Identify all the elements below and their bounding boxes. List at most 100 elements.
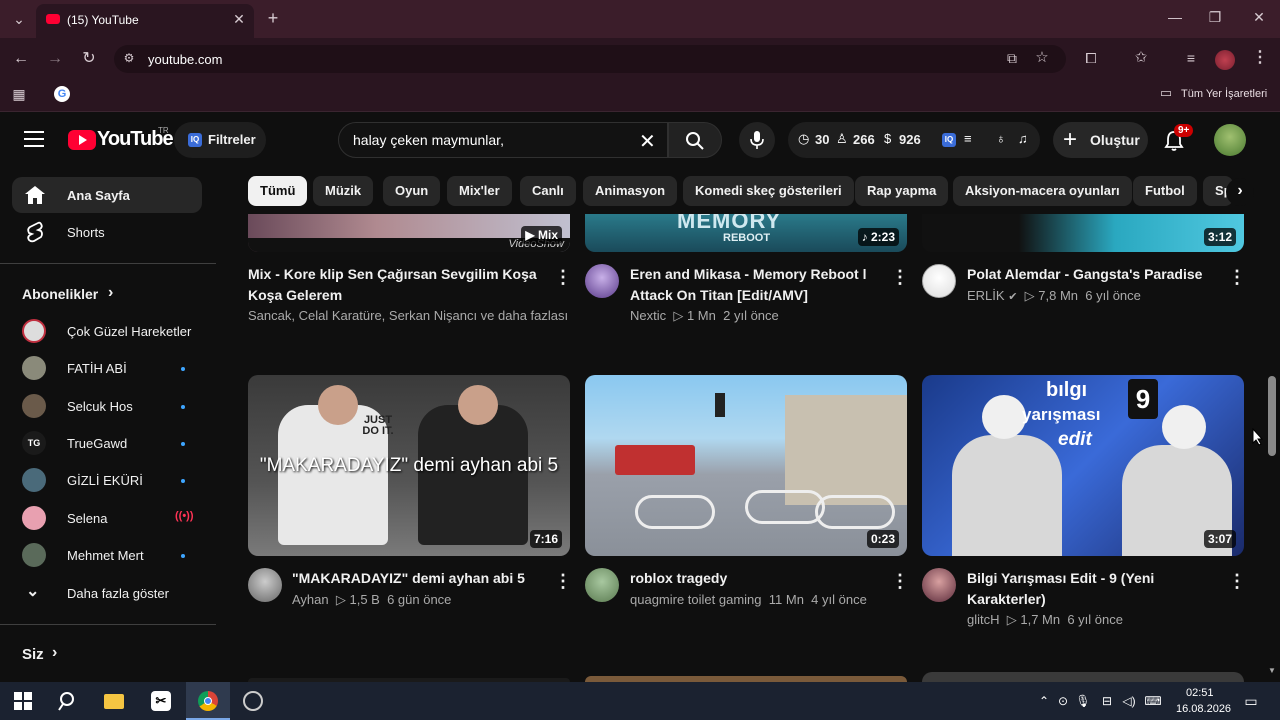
video-thumbnail[interactable]: JUST DO IT. "MAKARADAYIZ" demi ayhan abi…	[248, 375, 570, 556]
google-bookmark-icon[interactable]: G	[54, 86, 70, 102]
video-title[interactable]: Eren and Mikasa - Memory Reboot l Attack…	[630, 264, 875, 306]
minimize-icon[interactable]: —	[1168, 10, 1182, 24]
file-explorer-icon[interactable]	[101, 688, 127, 714]
account-avatar[interactable]	[1214, 124, 1246, 156]
chip-rap[interactable]: Rap yapma	[855, 176, 949, 206]
create-button[interactable]: + Oluştur	[1053, 122, 1148, 158]
you-section-header[interactable]: Siz ›	[22, 644, 82, 665]
bookmark-star-icon[interactable]: ☆	[1034, 50, 1050, 65]
chip-all[interactable]: Tümü	[248, 176, 308, 206]
channel-name[interactable]: Nextic	[630, 308, 666, 323]
back-icon[interactable]: ←	[12, 51, 30, 67]
extension-stats-bar[interactable]: ◷ 30 ♙ 266 $ 926 IQ ≡ ♁ ♫	[788, 122, 1040, 158]
profile-avatar[interactable]	[1215, 50, 1235, 70]
chip-football[interactable]: Futbol	[1133, 176, 1197, 206]
video-thumbnail[interactable]: 3:12	[922, 214, 1244, 252]
video-title[interactable]: Polat Alemdar - Gangsta's Paradise	[967, 264, 1217, 285]
channel-avatar[interactable]	[248, 568, 282, 602]
video-title[interactable]: "MAKARADAYIZ" demi ayhan abi 5	[292, 568, 542, 589]
video-menu-icon[interactable]: ⋮	[554, 571, 572, 591]
address-bar[interactable]: ⚙ youtube.com ⧉ ☆	[114, 45, 1066, 73]
show-more-button[interactable]: ⌄ Daha fazla göster	[12, 575, 202, 611]
notification-center-icon[interactable]: ▭	[1238, 688, 1264, 714]
chip-mixes[interactable]: Mix'ler	[447, 176, 512, 206]
scroll-down-arrow-icon[interactable]: ▼	[1268, 666, 1276, 675]
channel-avatar[interactable]	[585, 568, 619, 602]
video-menu-icon[interactable]: ⋮	[1228, 571, 1246, 591]
sub-item-mehmet[interactable]: Mehmet Mert	[12, 537, 202, 573]
chip-music[interactable]: Müzik	[313, 176, 374, 206]
video-title[interactable]: Bilgi Yarışması Edit - 9 (Yeni Karakterl…	[967, 568, 1217, 610]
sub-item-fatih[interactable]: FATİH ABİ	[12, 350, 202, 386]
forward-icon[interactable]: →	[46, 51, 64, 67]
video-title[interactable]: roblox tragedy	[630, 568, 880, 589]
channel-name[interactable]: quagmire toilet gaming	[630, 592, 762, 607]
all-bookmarks-link[interactable]: Tüm Yer İşaretleri	[1181, 88, 1267, 100]
award-ext-icon[interactable]: ♁	[996, 131, 1006, 146]
menu-dots-icon[interactable]: ⋮	[1252, 50, 1268, 66]
video-menu-icon[interactable]: ⋮	[891, 571, 909, 591]
chip-gaming[interactable]: Oyun	[383, 176, 441, 206]
bell-ext-icon[interactable]: ♫	[1018, 131, 1028, 146]
sidebar-item-home[interactable]: Ana Sayfa	[12, 177, 202, 213]
video-title[interactable]: Mix - Kore klip Sen Çağırsan Sevgilim Ko…	[248, 264, 548, 306]
sub-item-cok-guzel[interactable]: Çok Güzel Hareketler	[12, 313, 202, 349]
chips-next-button[interactable]: ›	[1226, 178, 1254, 206]
video-thumbnail[interactable]: 0:23	[585, 375, 907, 556]
media-control-icon[interactable]: ≡	[1182, 51, 1200, 65]
channel-avatar[interactable]	[585, 264, 619, 298]
chrome-icon[interactable]	[195, 688, 221, 714]
search-button[interactable]	[668, 122, 722, 158]
voice-search-button[interactable]	[739, 122, 775, 158]
clear-search-icon[interactable]: ✕	[639, 129, 656, 154]
site-info-icon[interactable]: ⚙	[122, 52, 136, 64]
video-menu-icon[interactable]: ⋮	[1228, 267, 1246, 287]
chip-live[interactable]: Canlı	[520, 176, 576, 206]
tray-volume-icon[interactable]: ◁)	[1116, 688, 1142, 714]
restore-icon[interactable]: ❐	[1208, 10, 1222, 24]
new-tab-icon[interactable]: +	[264, 9, 282, 27]
chip-action-adventure[interactable]: Aksiyon-macera oyunları	[953, 176, 1132, 206]
obs-icon[interactable]	[240, 688, 266, 714]
chip-comedy[interactable]: Komedi skeç gösterileri	[683, 176, 854, 206]
notifications-button[interactable]: 9+	[1160, 124, 1194, 154]
search-input[interactable]: halay çeken maymunlar, ✕	[338, 122, 668, 158]
sub-item-gizli[interactable]: GİZLİ EKÜRİ	[12, 462, 202, 498]
chip-animation[interactable]: Animasyon	[583, 176, 678, 206]
channel-avatar[interactable]	[922, 568, 956, 602]
sidebar-item-shorts[interactable]: Shorts	[12, 214, 202, 250]
apps-grid-icon[interactable]: ▦	[11, 87, 27, 101]
reload-icon[interactable]: ↻	[80, 51, 98, 67]
windows-start-icon[interactable]	[10, 688, 36, 714]
favorites-icon[interactable]: ✩	[1132, 50, 1150, 65]
channel-avatar[interactable]	[922, 264, 956, 298]
channel-name[interactable]: ERLİK	[967, 288, 1005, 303]
list-ext-icon[interactable]: ≡	[964, 131, 972, 146]
video-thumbnail[interactable]: MEMORY REBOOT ♪ 2:23	[585, 214, 907, 252]
clock-time[interactable]: 02:51	[1186, 687, 1214, 699]
iq-ext-icon[interactable]: IQ	[942, 133, 956, 147]
channel-name[interactable]: Ayhan	[292, 592, 329, 607]
install-app-icon[interactable]: ⧉	[1004, 51, 1020, 65]
clock-date[interactable]: 16.08.2026	[1176, 703, 1231, 715]
browser-tab[interactable]: (15) YouTube ✕	[36, 4, 254, 38]
subscriptions-header[interactable]: Abonelikler ›	[22, 284, 142, 305]
video-thumbnail[interactable]	[922, 672, 1244, 682]
channel-name[interactable]: glitcH	[967, 612, 1000, 627]
capcut-icon[interactable]: ✂	[148, 688, 174, 714]
tab-search-icon[interactable]: ⌄	[10, 12, 28, 28]
filters-button[interactable]: IQ Filtreler	[174, 122, 266, 158]
sub-item-selcuk[interactable]: Selcuk Hos	[12, 388, 202, 424]
page-scrollbar[interactable]	[1268, 376, 1276, 456]
video-thumbnail[interactable]: VideoShow ▶ Mix	[248, 214, 570, 252]
tab-close-icon[interactable]: ✕	[232, 12, 246, 26]
video-thumbnail[interactable]: bılgı yarışması edit 9 3:07	[922, 375, 1244, 556]
video-menu-icon[interactable]: ⋮	[554, 267, 572, 287]
tray-microphone-icon[interactable]: 🎙	[1070, 688, 1096, 714]
hamburger-menu-icon[interactable]	[24, 131, 44, 147]
extensions-icon[interactable]: ⧠	[1082, 51, 1100, 65]
video-menu-icon[interactable]: ⋮	[891, 267, 909, 287]
sub-item-selena[interactable]: Selena ((•))	[12, 500, 202, 536]
tray-keyboard-icon[interactable]: ⌨	[1140, 688, 1166, 714]
youtube-logo-icon[interactable]	[68, 130, 96, 150]
